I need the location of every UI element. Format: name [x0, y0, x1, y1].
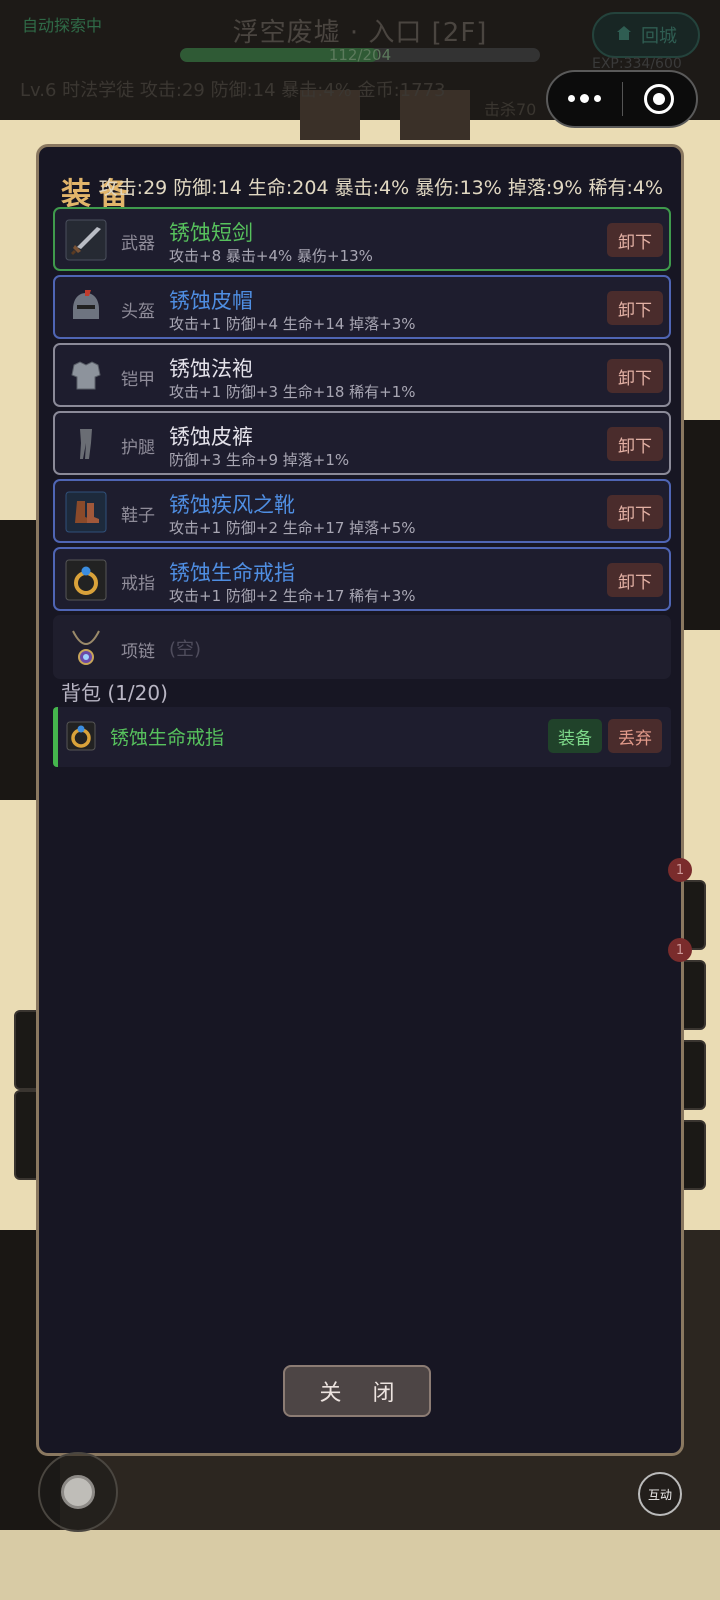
more-menu-button[interactable] [548, 94, 622, 103]
close-button[interactable]: 关 闭 [283, 1365, 431, 1417]
item-name: 锈蚀疾风之靴 [169, 493, 295, 517]
scene-wall-left [0, 520, 36, 800]
item-name: 锈蚀法袍 [169, 357, 253, 381]
equipment-stats-summary: 攻击:29 防御:14 生命:204 暴击:4% 暴伤:13% 掉落:9% 稀有… [98, 177, 663, 199]
slot-type-label: 项链 [121, 642, 155, 662]
equipment-slot[interactable]: 护腿 锈蚀皮裤防御+3 生命+9 掉落+1% 卸下 [53, 411, 671, 475]
unequip-button[interactable]: 卸下 [607, 223, 663, 257]
slot-type-label: 鞋子 [121, 506, 155, 526]
item-stats: 攻击+8 暴击+4% 暴伤+13% [169, 247, 373, 265]
player-stats-line: Lv.6 时法学徒 攻击:29 防御:14 暴击:4% 金币:1773 [20, 80, 446, 101]
unequip-button[interactable]: 卸下 [607, 427, 663, 461]
item-stats: 防御+3 生命+9 掉落+1% [169, 451, 350, 469]
bag-item-name: 锈蚀生命戒指 [110, 727, 225, 749]
item-name: 锈蚀短剑 [169, 221, 253, 245]
leggings-icon [65, 423, 107, 465]
helmet-icon [65, 287, 107, 329]
joystick-knob-icon[interactable] [61, 1475, 95, 1509]
return-town-button[interactable]: 回城 [592, 12, 700, 58]
interact-button[interactable]: 互动 [638, 1472, 682, 1516]
equipment-modal: 装备 攻击:29 防御:14 生命:204 暴击:4% 暴伤:13% 掉落:9%… [36, 144, 684, 1456]
armor-icon [65, 355, 107, 397]
item-stats: 攻击+1 防御+2 生命+17 稀有+3% [169, 587, 416, 605]
ring-icon [64, 719, 98, 753]
equipment-slot[interactable]: 头盔 锈蚀皮帽攻击+1 防御+4 生命+14 掉落+3% 卸下 [53, 275, 671, 339]
exit-miniprogram-button[interactable] [623, 84, 697, 114]
equipment-slot[interactable]: 武器 锈蚀短剑攻击+8 暴击+4% 暴伤+13% 卸下 [53, 207, 671, 271]
equip-button[interactable]: 装备 [548, 719, 602, 753]
sword-icon [65, 219, 107, 261]
target-icon [644, 84, 675, 114]
slot-type-label: 头盔 [121, 302, 155, 322]
notification-badge: 1 [668, 858, 692, 882]
virtual-joystick[interactable] [38, 1452, 118, 1532]
more-dot-icon [594, 95, 602, 102]
ring-icon [65, 559, 107, 601]
slot-type-label: 戒指 [121, 574, 155, 594]
item-stats: 攻击+1 防御+3 生命+18 稀有+1% [169, 383, 416, 401]
slot-type-label: 武器 [121, 234, 155, 254]
unequip-button[interactable]: 卸下 [607, 495, 663, 529]
home-icon [615, 24, 633, 47]
boots-icon [65, 491, 107, 533]
item-stats: 攻击+1 防御+2 生命+17 掉落+5% [169, 519, 416, 537]
return-town-label: 回城 [641, 26, 677, 47]
item-name: (空) [169, 639, 202, 660]
unequip-button[interactable]: 卸下 [607, 291, 663, 325]
discard-button[interactable]: 丢弃 [608, 719, 662, 753]
item-stats: 攻击+1 防御+4 生命+14 掉落+3% [169, 315, 416, 333]
equipment-slot-list: 武器 锈蚀短剑 攻击+8 暴击+4% 暴伤+13% 卸下 头盔 锈蚀皮帽 攻击+1 防御+4… [53, 207, 671, 683]
more-dot-icon [580, 94, 590, 103]
equipment-slot[interactable]: 戒指 锈蚀生命戒指攻击+1 防御+2 生命+17 稀有+3% 卸下 [53, 547, 671, 611]
item-name: 锈蚀皮裤 [169, 425, 253, 449]
scene-bottom-floor [0, 1530, 720, 1600]
unequip-button[interactable]: 卸下 [607, 359, 663, 393]
equipment-slot[interactable]: 铠甲 锈蚀法袍攻击+1 防御+3 生命+18 稀有+1% 卸下 [53, 343, 671, 407]
kill-count: 击杀70 [484, 100, 537, 119]
item-name: 锈蚀生命戒指 [169, 561, 295, 585]
necklace-icon [65, 627, 107, 669]
equipment-slot[interactable]: 鞋子 锈蚀疾风之靴攻击+1 防御+2 生命+17 掉落+5% 卸下 [53, 479, 671, 543]
equipment-slot[interactable]: 项链 (空) [53, 615, 671, 679]
slot-type-label: 铠甲 [121, 370, 155, 390]
unequip-button[interactable]: 卸下 [607, 563, 663, 597]
slot-type-label: 护腿 [121, 438, 155, 458]
more-dot-icon [568, 95, 576, 102]
item-name: 锈蚀皮帽 [169, 289, 253, 313]
bag-title: 背包 (1/20) [61, 681, 168, 705]
notification-badge: 1 [668, 938, 692, 962]
bag-item[interactable]: 锈蚀生命戒指 装备 丢弃 [53, 707, 671, 767]
miniprogram-capsule [546, 70, 698, 128]
